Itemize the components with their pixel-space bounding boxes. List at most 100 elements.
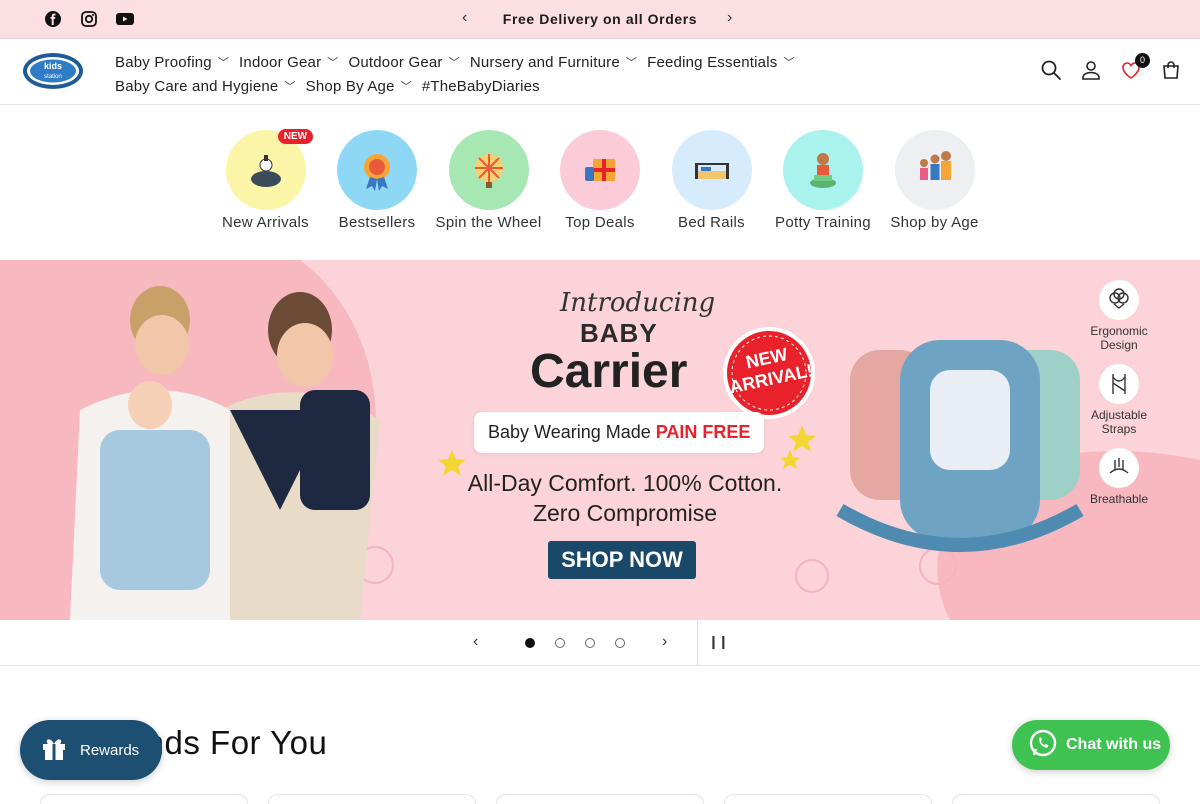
nav-item-feeding-essentials[interactable]: Feeding Essentials ﹀ [647,54,795,71]
nav-item-label: Nursery and Furniture [469,53,620,71]
product-card[interactable] [496,794,704,804]
banner-subtext-line1: All-Day Comfort. 100% Cotton. [467,470,783,496]
brand-logo[interactable]: kids station [22,51,84,91]
category-strip: NEW New Arrivals Bestsellers Spin the Wheel… [0,129,1200,231]
category-new-arrivals[interactable]: NEW New Arrivals [210,129,322,231]
chevron-down-icon: ﹀ [217,56,230,69]
category-icon [894,130,975,210]
chevron-down-icon: ﹀ [284,80,296,93]
product-card[interactable] [952,794,1160,804]
chevron-down-icon: ﹀ [400,80,412,93]
nav-item-label: Baby Care and Hygiene [115,77,279,95]
chevron-down-icon: ﹀ [448,56,460,69]
tagline-highlight: PAIN FREE [655,422,751,442]
category-shop-by-age[interactable]: Shop by Age [879,130,991,231]
category-label: Bed Rails [678,214,745,231]
feature-ergonomic: Ergonomic Design [1080,280,1158,352]
product-card[interactable] [724,794,932,804]
category-label: Potty Training [775,214,871,231]
category-label: Shop by Age [890,214,979,231]
tagline-prefix: Baby Wearing Made [488,422,656,442]
slide-next-icon[interactable]: › [662,633,667,651]
nav-item-shop-by-age[interactable]: Shop By Age ﹀ [306,78,412,95]
category-label: Top Deals [565,214,635,231]
category-potty-training[interactable]: Potty Training [767,130,879,231]
account-icon[interactable] [1080,59,1102,81]
slide-dot-1[interactable] [525,638,535,648]
nav-item-baby-proofing[interactable]: Baby Proofing ﹀ [115,54,229,71]
product-cards [40,794,1160,804]
category-bestsellers[interactable]: Bestsellers [321,130,433,231]
chevron-down-icon: ﹀ [625,56,638,69]
product-card[interactable] [268,794,476,804]
search-icon[interactable] [1040,59,1062,81]
site-header: kids station Baby Proofing ﹀ Indoor Gear ﹀ O… [0,39,1200,105]
nav-item-label: Indoor Gear [239,53,322,71]
slide-prev-icon[interactable]: ‹ [473,633,478,651]
cart-icon[interactable] [1160,59,1182,81]
feature-straps: Adjustable Straps [1080,364,1158,436]
feature-label-2b: Straps [1101,422,1137,436]
slider-divider [697,620,698,666]
nav-item-label: #TheBabyDiaries [421,77,540,95]
slider-controls: ‹ › ❙❙ [0,620,1200,666]
breathable-icon [1099,448,1139,488]
category-icon [337,130,417,210]
banner-headline: Carrier [530,345,688,398]
wishlist-count-badge: 0 [1135,53,1150,68]
shop-now-button[interactable]: SHOP NOW [548,541,696,579]
whatsapp-chat-button[interactable]: Chat with us [1012,720,1170,770]
new-arrival-seal: NEW ARRIVAL! [722,326,816,420]
category-icon [671,130,752,210]
feature-label-1b: Design [1100,338,1138,352]
feature-label-1a: Ergonomic [1090,324,1148,338]
category-icon [560,130,640,210]
feature-breathable: Breathable [1080,448,1158,506]
chevron-down-icon: ﹀ [783,56,795,69]
category-spin-the-wheel[interactable]: Spin the Wheel [433,130,545,231]
svg-text:kids: kids [44,61,62,71]
category-bed-rails[interactable]: Bed Rails [656,130,768,231]
gift-icon [40,734,68,766]
nav-row-1: Baby Proofing ﹀ Indoor Gear ﹀ Outdoor Gear ﹀ N… [115,50,835,74]
banner-tagline: Baby Wearing Made PAIN FREE [474,412,765,453]
nav-item-label: Feeding Essentials [647,53,778,71]
product-card[interactable] [40,794,248,804]
announcement-text: Free Delivery on all Orders [502,11,698,27]
cotton-icon [1099,280,1139,320]
nav-item-indoor-gear[interactable]: Indoor Gear ﹀ [239,54,338,71]
banner-subtext: All-Day Comfort. 100% Cotton. Zero Compr… [440,468,810,528]
chevron-right-icon[interactable]: › [727,9,732,27]
feature-label-3a: Breathable [1089,492,1149,506]
chevron-down-icon: ﹀ [327,56,339,69]
svg-text:station: station [44,74,62,80]
nav-item-nursery-and-furniture[interactable]: Nursery and Furniture ﹀ [470,54,637,71]
nav-row-2: Baby Care and Hygiene ﹀ Shop By Age ﹀ #TheBa… [115,74,835,98]
nav-item-thebabydiaries[interactable]: #TheBabyDiaries [422,78,540,95]
nav-item-label: Baby Proofing [115,53,212,71]
nav-item-label: Shop By Age [305,77,395,95]
feature-label-2a: Adjustable [1090,408,1148,422]
header-icons: 0 [1040,53,1182,81]
category-top-deals[interactable]: Top Deals [544,130,656,231]
nav-item-baby-care-and-hygiene[interactable]: Baby Care and Hygiene ﹀ [115,78,296,95]
category-label: Bestsellers [338,214,416,231]
main-nav: Baby Proofing ﹀ Indoor Gear ﹀ Outdoor Gear ﹀ N… [115,50,835,98]
category-icon [448,130,529,210]
wishlist-icon[interactable]: 0 [1120,53,1150,81]
rewards-button[interactable]: Rewards [20,720,162,780]
slide-dot-2[interactable] [555,638,565,648]
slide-dot-4[interactable] [615,638,625,648]
category-icon [783,130,863,210]
slide-dot-3[interactable] [585,638,595,648]
hero-banner[interactable]: Introducing BABY Carrier NEW ARRIVAL! Ba… [0,260,1200,620]
category-label: New Arrivals [222,214,309,231]
straps-icon [1099,364,1139,404]
pause-icon[interactable]: ❙❙ [708,634,729,650]
rewards-label: Rewards [80,741,140,759]
announcement-bar: ‹ Free Delivery on all Orders › [0,0,1200,39]
chat-label: Chat with us [1066,736,1162,753]
nav-item-outdoor-gear[interactable]: Outdoor Gear ﹀ [348,54,459,71]
banner-subtext-line2: Zero Compromise [532,500,718,526]
category-label: Spin the Wheel [435,214,542,231]
